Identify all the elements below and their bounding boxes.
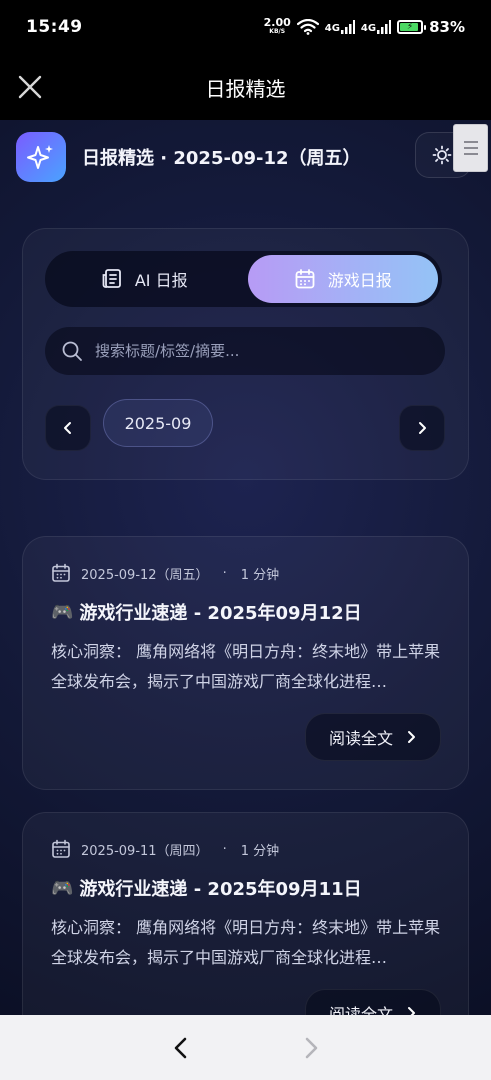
forward-icon[interactable] bbox=[296, 1033, 326, 1063]
title-bar: 日报精选 bbox=[0, 54, 491, 120]
article-title-text: 游戏行业速递 - 2025年09月12日 bbox=[79, 603, 362, 624]
article-date: 2025-09-11（周四） bbox=[81, 843, 209, 859]
wifi-icon bbox=[296, 19, 319, 35]
status-bar: 15:49 2.00 KB/S 4G 4G ⚡ 83% bbox=[0, 0, 491, 54]
prev-month-button[interactable] bbox=[45, 405, 91, 451]
article-read-time: 1 分钟 bbox=[240, 567, 280, 583]
sparkle-icon bbox=[16, 132, 66, 182]
article-meta: 2025-09-11（周四） · 1 分钟 bbox=[51, 839, 279, 859]
status-time: 15:49 bbox=[26, 17, 83, 37]
close-icon[interactable] bbox=[14, 71, 46, 103]
article-card[interactable]: 2025-09-11（周四） · 1 分钟 🎮 游戏行业速递 - 2025年09… bbox=[22, 812, 469, 1015]
article-summary: 核心洞察： 鹰角网络将《明日方舟：终末地》带上苹果全球发布会，揭示了中国游戏厂商… bbox=[51, 918, 441, 967]
gamepad-icon: 🎮 bbox=[51, 601, 74, 623]
meta-separator: · bbox=[222, 565, 227, 581]
article-read-time: 1 分钟 bbox=[240, 843, 280, 859]
read-more-label: 阅读全文 bbox=[328, 729, 393, 748]
tab-game-daily[interactable]: 游戏日报 bbox=[247, 255, 438, 303]
sun-icon bbox=[432, 145, 452, 165]
chevron-right-icon bbox=[408, 731, 415, 743]
gamepad-icon: 🎮 bbox=[51, 877, 74, 899]
filter-panel: AI 日报 游戏日报 2025-09 bbox=[22, 228, 469, 480]
page-title: 日报精选 bbox=[205, 76, 286, 101]
signal-label-2: 4G bbox=[360, 23, 377, 34]
main-content: 日报精选 · 2025-09-12（周五） AI 日报 游戏日报 搜索标题/标签… bbox=[0, 120, 491, 1015]
meta-separator: · bbox=[222, 841, 227, 857]
signal-label-1: 4G bbox=[324, 23, 340, 34]
chevron-right-icon bbox=[408, 1007, 415, 1015]
search-box bbox=[45, 327, 445, 375]
newspaper-icon bbox=[102, 269, 121, 288]
current-month[interactable]: 2025-09 bbox=[103, 399, 213, 447]
tab-ai-daily[interactable]: AI 日报 bbox=[49, 255, 240, 303]
read-more-label: 阅读全文 bbox=[328, 1005, 393, 1015]
chevron-left-icon bbox=[64, 422, 71, 434]
battery-icon: ⚡ bbox=[397, 20, 427, 34]
search-icon bbox=[62, 341, 82, 361]
article-title[interactable]: 🎮 游戏行业速递 - 2025年09月12日 bbox=[51, 599, 362, 625]
chevron-right-icon bbox=[419, 422, 426, 434]
next-month-button[interactable] bbox=[399, 405, 445, 451]
net-speed-unit: KB/S bbox=[269, 28, 286, 35]
tab-ai-daily-label: AI 日报 bbox=[134, 271, 188, 290]
calendar-icon bbox=[52, 563, 70, 582]
net-speed-value: 2.00 bbox=[263, 16, 291, 29]
app-header: 日报精选 · 2025-09-12（周五） bbox=[0, 120, 491, 194]
signal-icon-2: 4G bbox=[360, 20, 392, 34]
article-title[interactable]: 🎮 游戏行业速递 - 2025年09月11日 bbox=[51, 875, 362, 901]
status-icons: 2.00 KB/S 4G 4G ⚡ 83% bbox=[263, 16, 465, 36]
article-summary: 核心洞察： 鹰角网络将《明日方舟：终末地》带上苹果全球发布会，揭示了中国游戏厂商… bbox=[51, 642, 441, 691]
header-title: 日报精选 · 2025-09-12（周五） bbox=[82, 148, 361, 169]
read-more-button[interactable]: 阅读全文 bbox=[305, 989, 441, 1015]
calendar-icon bbox=[295, 269, 315, 289]
net-speed: 2.00 KB/S bbox=[263, 16, 291, 36]
signal-icon: 4G bbox=[325, 20, 355, 34]
article-card[interactable]: 2025-09-12（周五） · 1 分钟 🎮 游戏行业速递 - 2025年09… bbox=[22, 536, 469, 790]
tab-switcher: AI 日报 游戏日报 bbox=[45, 251, 442, 307]
tab-game-daily-label: 游戏日报 bbox=[327, 271, 392, 290]
article-meta: 2025-09-12（周五） · 1 分钟 bbox=[51, 563, 279, 583]
calendar-icon bbox=[52, 839, 70, 858]
back-icon[interactable] bbox=[166, 1033, 196, 1063]
bottom-nav-bar bbox=[0, 1015, 491, 1080]
article-title-text: 游戏行业速递 - 2025年09月11日 bbox=[79, 879, 362, 900]
article-date: 2025-09-12（周五） bbox=[81, 567, 209, 583]
battery-percent: 83% bbox=[429, 18, 465, 36]
scroll-handle[interactable] bbox=[453, 124, 488, 172]
search-input[interactable] bbox=[95, 342, 415, 360]
read-more-button[interactable]: 阅读全文 bbox=[305, 713, 441, 761]
